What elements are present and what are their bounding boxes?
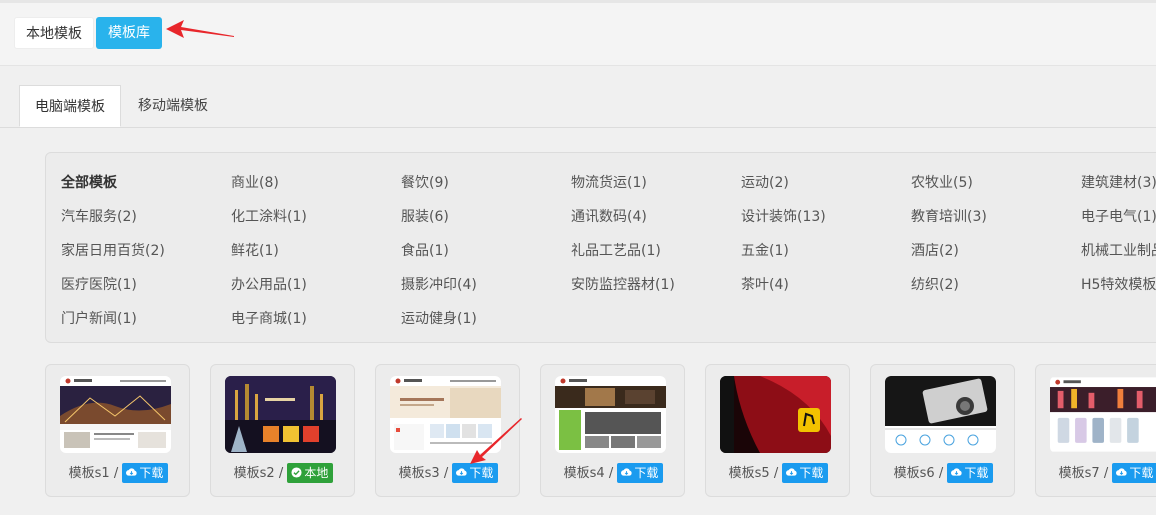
template-thumbnail — [885, 376, 996, 453]
category-all[interactable]: 全部模板 — [61, 172, 117, 192]
category-item[interactable]: 五金(1) — [741, 240, 789, 260]
category-item[interactable]: 医疗医院(1) — [61, 274, 137, 294]
template-card[interactable]: 模板s5 / 下载 — [705, 364, 850, 497]
template-name: 模板s5 / — [728, 466, 779, 481]
template-thumbnail — [555, 376, 666, 453]
category-item[interactable]: 建筑建材(3) — [1081, 172, 1156, 192]
category-filter-panel: 全部模板 商业(8) 餐饮(9) 物流货运(1) 运动(2) 农牧业(5) 建筑… — [45, 152, 1156, 343]
template-name: 模板s7 / — [1058, 466, 1109, 481]
template-name: 模板s4 / — [563, 466, 614, 481]
category-item[interactable]: 电子电气(1) — [1081, 206, 1156, 226]
template-thumbnail — [1050, 377, 1156, 452]
category-item[interactable]: 物流货运(1) — [571, 172, 647, 192]
cloud-download-icon — [786, 468, 797, 476]
template-thumbnail — [225, 376, 336, 453]
category-item[interactable]: 服装(6) — [401, 206, 449, 226]
category-item[interactable]: 安防监控器材(1) — [571, 274, 675, 294]
category-item[interactable]: 家居日用百货(2) — [61, 240, 165, 260]
red-arrow-icon — [470, 418, 522, 464]
category-item[interactable]: 设计装饰(13) — [741, 206, 826, 226]
cloud-download-icon — [1116, 468, 1127, 476]
category-item[interactable]: 纺织(2) — [911, 274, 959, 294]
template-card[interactable]: 模板s4 / 下载 — [540, 364, 685, 497]
category-item[interactable]: 运动健身(1) — [401, 308, 477, 328]
template-card[interactable]: 模板s1 / 下载 — [45, 364, 190, 497]
template-name: 模板s6 / — [893, 466, 944, 481]
check-circle-icon — [291, 466, 302, 478]
category-item[interactable]: H5特效模板 — [1081, 274, 1156, 294]
template-card[interactable]: 模板s2 / 本地 — [210, 364, 355, 497]
cloud-download-icon — [951, 468, 962, 476]
category-item[interactable]: 汽车服务(2) — [61, 206, 137, 226]
template-thumbnail — [720, 376, 831, 453]
category-item[interactable]: 门户新闻(1) — [61, 308, 137, 328]
red-arrow-icon — [166, 20, 234, 38]
local-templates-button[interactable]: 本地模板 — [14, 17, 94, 49]
category-item[interactable]: 农牧业(5) — [911, 172, 973, 192]
device-tabs: 电脑端模板 移动端模板 — [0, 85, 1156, 128]
category-item[interactable]: 办公用品(1) — [231, 274, 307, 294]
template-name: 模板s2 / — [233, 466, 284, 481]
category-item[interactable]: 鲜花(1) — [231, 240, 279, 260]
category-item[interactable]: 教育培训(3) — [911, 206, 987, 226]
category-item[interactable]: 机械工业制品 — [1081, 240, 1156, 260]
template-name: 模板s1 / — [68, 466, 119, 481]
template-card[interactable]: 模板s6 / 下载 — [870, 364, 1015, 497]
category-item[interactable]: 商业(8) — [231, 172, 279, 192]
cloud-download-icon — [126, 468, 137, 476]
download-button[interactable]: 下载 — [947, 462, 994, 483]
category-item[interactable]: 酒店(2) — [911, 240, 959, 260]
category-item[interactable]: 茶叶(4) — [741, 274, 789, 294]
category-item[interactable]: 餐饮(9) — [401, 172, 449, 192]
template-card[interactable]: 模板s7 / 下载 — [1035, 364, 1156, 497]
template-thumbnail — [60, 376, 171, 453]
download-button[interactable]: 下载 — [1112, 462, 1156, 483]
category-item[interactable]: 电子商城(1) — [231, 308, 307, 328]
category-item[interactable]: 运动(2) — [741, 172, 789, 192]
download-button[interactable]: 下载 — [617, 462, 664, 483]
cloud-download-icon — [456, 468, 467, 476]
download-button[interactable]: 下载 — [782, 462, 829, 483]
local-status-button[interactable]: 本地 — [287, 462, 334, 483]
cloud-download-icon — [621, 468, 632, 476]
tab-pc-templates[interactable]: 电脑端模板 — [19, 85, 121, 127]
template-library-button[interactable]: 模板库 — [96, 17, 162, 49]
template-name: 模板s3 / — [398, 466, 449, 481]
category-item[interactable]: 食品(1) — [401, 240, 449, 260]
category-item[interactable]: 通讯数码(4) — [571, 206, 647, 226]
download-button[interactable]: 下载 — [122, 462, 169, 483]
tab-mobile-templates[interactable]: 移动端模板 — [121, 85, 225, 127]
template-toolbar: 本地模板 模板库 — [0, 3, 1156, 66]
category-item[interactable]: 摄影冲印(4) — [401, 274, 477, 294]
category-item[interactable]: 礼品工艺品(1) — [571, 240, 661, 260]
category-item[interactable]: 化工涂料(1) — [231, 206, 307, 226]
